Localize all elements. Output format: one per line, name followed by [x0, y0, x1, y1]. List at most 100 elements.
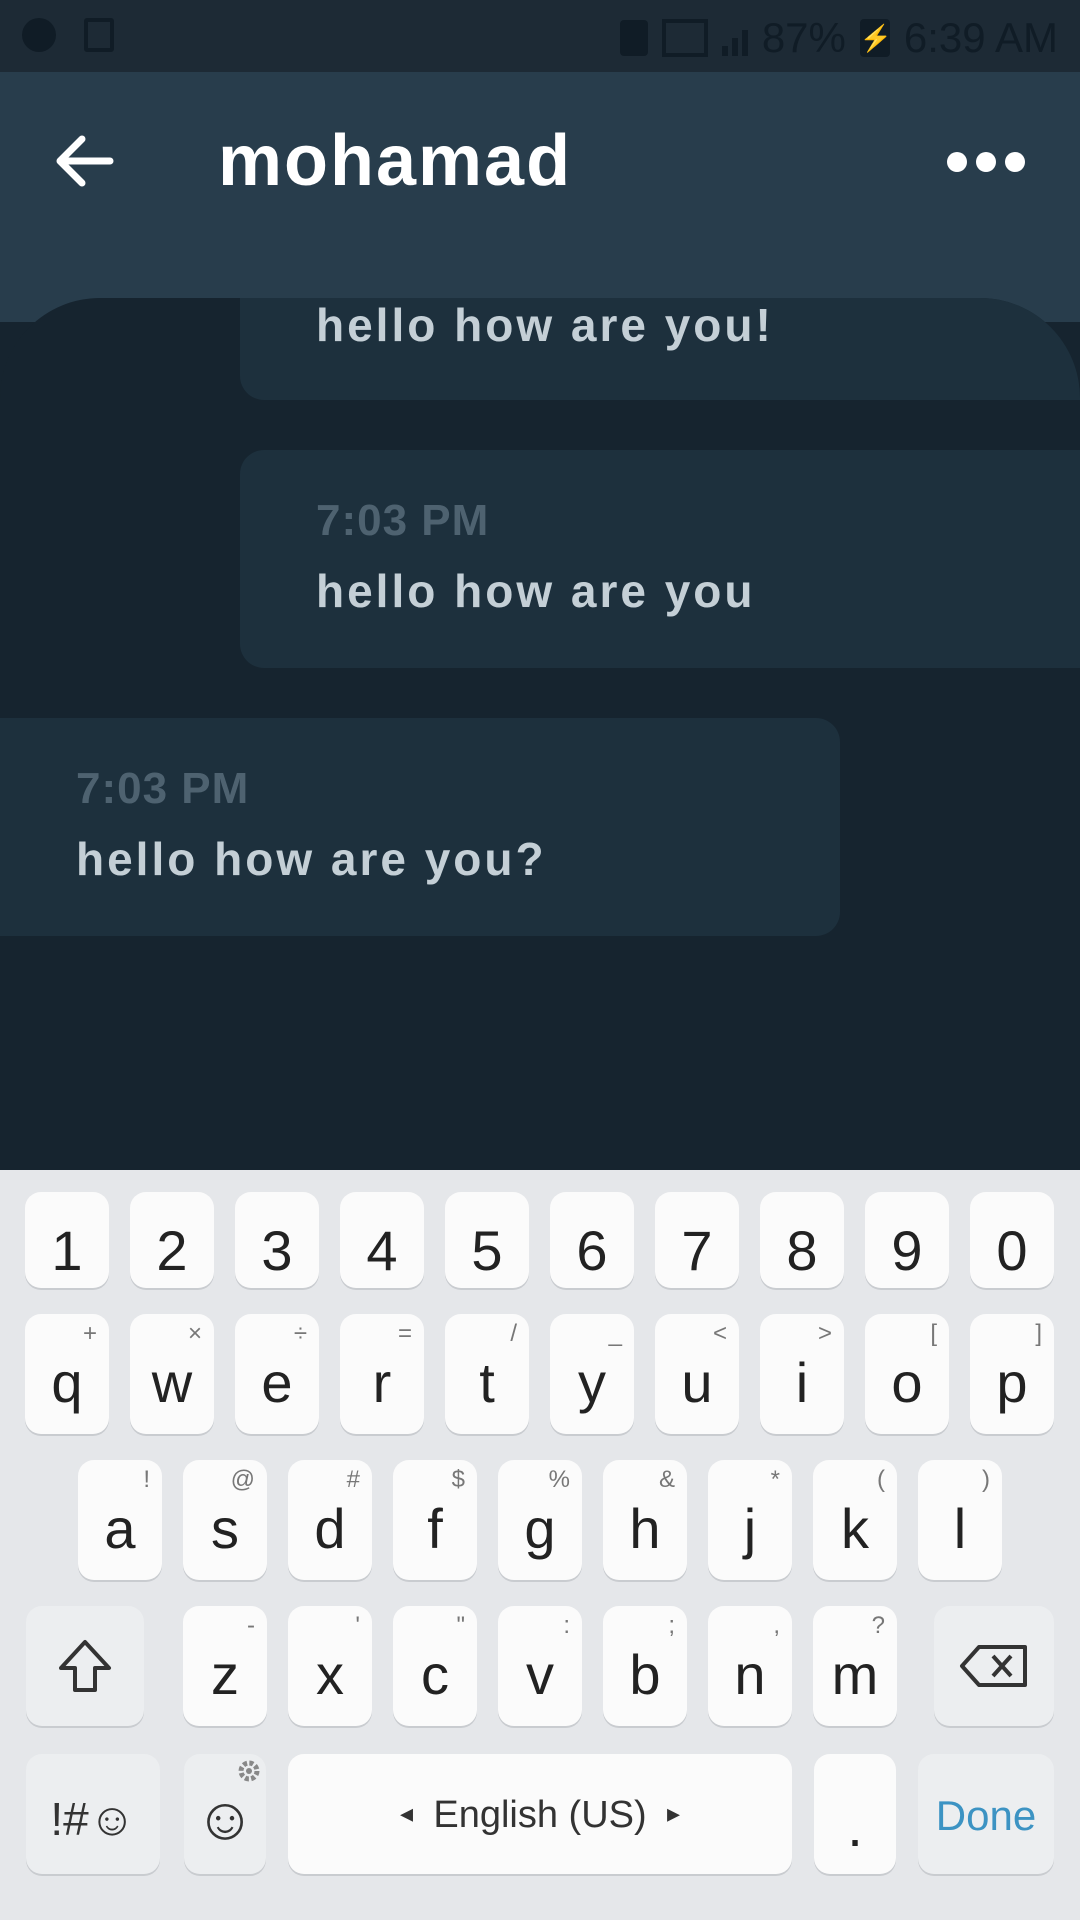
- key-hint: <: [712, 1320, 727, 1347]
- key-3[interactable]: 3: [235, 1192, 319, 1288]
- key-label: 7: [681, 1219, 713, 1282]
- key-label: e: [261, 1351, 293, 1414]
- key-hint: &: [658, 1466, 675, 1493]
- key-b[interactable]: ; b: [603, 1606, 687, 1726]
- key-label: x: [316, 1643, 344, 1706]
- key-label: 8: [786, 1219, 818, 1282]
- key-label: 6: [576, 1219, 608, 1282]
- more-options-button[interactable]: [945, 144, 1027, 180]
- key-f[interactable]: $ f: [393, 1460, 477, 1580]
- key-5[interactable]: 5: [445, 1192, 529, 1288]
- key-s[interactable]: @ s: [183, 1460, 267, 1580]
- key-label: 1: [51, 1219, 83, 1282]
- key-q[interactable]: + q: [25, 1314, 109, 1434]
- backspace-key[interactable]: [934, 1606, 1054, 1726]
- battery-charging-icon: ⚡: [859, 19, 892, 57]
- shift-key[interactable]: [26, 1606, 144, 1726]
- chat-messages-area[interactable]: hello how are you! 7:03 PM hello how are…: [0, 298, 1080, 1170]
- key-label: f: [427, 1497, 443, 1560]
- key-r[interactable]: = r: [340, 1314, 424, 1434]
- emoji-key-label: ☺: [194, 1785, 256, 1852]
- key-l[interactable]: ) l: [918, 1460, 1002, 1580]
- message-bubble-sent[interactable]: hello how are you!: [240, 298, 1080, 400]
- key-j[interactable]: * j: [708, 1460, 792, 1580]
- space-key[interactable]: ◂ English (US) ▸: [288, 1754, 792, 1874]
- key-label: h: [629, 1497, 661, 1560]
- done-key[interactable]: Done: [918, 1754, 1054, 1874]
- key-hint: :: [563, 1612, 570, 1639]
- symbols-key-label: !#☺: [50, 1793, 136, 1845]
- key-i[interactable]: > i: [760, 1314, 844, 1434]
- key-hint: >: [817, 1320, 832, 1347]
- chat-contact-name: mohamad: [218, 121, 573, 201]
- key-hint: /: [510, 1320, 517, 1347]
- key-hint: (: [877, 1466, 885, 1493]
- done-key-label: Done: [935, 1792, 1037, 1839]
- back-button[interactable]: [48, 124, 122, 198]
- soft-keyboard: 1234567890 + q × w ÷ e = r / t _ y < u > i[o] p ! a @ s # d $ f…: [0, 1170, 1080, 1920]
- key-g[interactable]: % g: [498, 1460, 582, 1580]
- key-9[interactable]: 9: [865, 1192, 949, 1288]
- key-t[interactable]: / t: [445, 1314, 529, 1434]
- key-h[interactable]: & h: [603, 1460, 687, 1580]
- period-key[interactable]: .: [814, 1754, 896, 1874]
- message-bubble-sent[interactable]: 7:03 PM hello how are you: [240, 450, 1080, 668]
- period-key-label: .: [847, 1795, 863, 1858]
- chevron-right-icon: ▸: [666, 1798, 680, 1828]
- key-0[interactable]: 0: [970, 1192, 1054, 1288]
- key-p[interactable]: ] p: [970, 1314, 1054, 1434]
- key-label: p: [996, 1351, 1028, 1414]
- key-c[interactable]: " c: [393, 1606, 477, 1726]
- key-hint: @: [230, 1466, 255, 1493]
- key-label: l: [953, 1497, 967, 1560]
- key-7[interactable]: 7: [655, 1192, 739, 1288]
- key-label: b: [629, 1643, 661, 1706]
- key-z[interactable]: -z: [183, 1606, 267, 1726]
- key-hint: ,: [773, 1612, 780, 1639]
- key-x[interactable]: ' x: [288, 1606, 372, 1726]
- key-8[interactable]: 8: [760, 1192, 844, 1288]
- key-label: j: [743, 1497, 757, 1560]
- key-w[interactable]: × w: [130, 1314, 214, 1434]
- key-n[interactable]: ,n: [708, 1606, 792, 1726]
- more-horizontal-icon: [947, 152, 1025, 172]
- key-label: 3: [261, 1219, 293, 1282]
- emoji-key[interactable]: ☺: [184, 1754, 266, 1874]
- key-6[interactable]: 6: [550, 1192, 634, 1288]
- key-hint: ': [355, 1612, 360, 1639]
- key-hint: =: [397, 1320, 412, 1347]
- key-4[interactable]: 4: [340, 1192, 424, 1288]
- key-a[interactable]: ! a: [78, 1460, 162, 1580]
- key-m[interactable]: ? m: [813, 1606, 897, 1726]
- key-label: t: [479, 1351, 495, 1414]
- key-label: k: [841, 1497, 869, 1560]
- key-d[interactable]: # d: [288, 1460, 372, 1580]
- key-v[interactable]: :v: [498, 1606, 582, 1726]
- message-bubble-received[interactable]: 7:03 PM hello how are you?: [0, 718, 840, 936]
- key-label: c: [421, 1643, 449, 1706]
- message-time: 7:03 PM: [76, 764, 250, 813]
- key-o[interactable]: [o: [865, 1314, 949, 1434]
- key-label: m: [831, 1643, 879, 1706]
- space-key-label: English (US): [433, 1794, 647, 1836]
- key-hint: #: [346, 1466, 360, 1493]
- checkbox-notification-icon: [84, 18, 114, 52]
- key-hint: ×: [187, 1320, 202, 1347]
- battery-percent: 87%: [761, 14, 846, 61]
- key-label: 5: [471, 1219, 503, 1282]
- key-u[interactable]: < u: [655, 1314, 739, 1434]
- message-time: 7:03 PM: [316, 496, 490, 545]
- key-hint: _: [608, 1320, 622, 1347]
- message-text: hello how are you: [316, 565, 756, 617]
- key-label: 4: [366, 1219, 398, 1282]
- symbols-key[interactable]: !#☺: [26, 1754, 160, 1874]
- key-label: w: [151, 1351, 193, 1414]
- key-k[interactable]: (k: [813, 1460, 897, 1580]
- key-label: q: [51, 1351, 83, 1414]
- key-y[interactable]: _ y: [550, 1314, 634, 1434]
- key-label: i: [795, 1351, 809, 1414]
- key-e[interactable]: ÷ e: [235, 1314, 319, 1434]
- key-2[interactable]: 2: [130, 1192, 214, 1288]
- key-1[interactable]: 1: [25, 1192, 109, 1288]
- key-hint: %: [548, 1466, 570, 1493]
